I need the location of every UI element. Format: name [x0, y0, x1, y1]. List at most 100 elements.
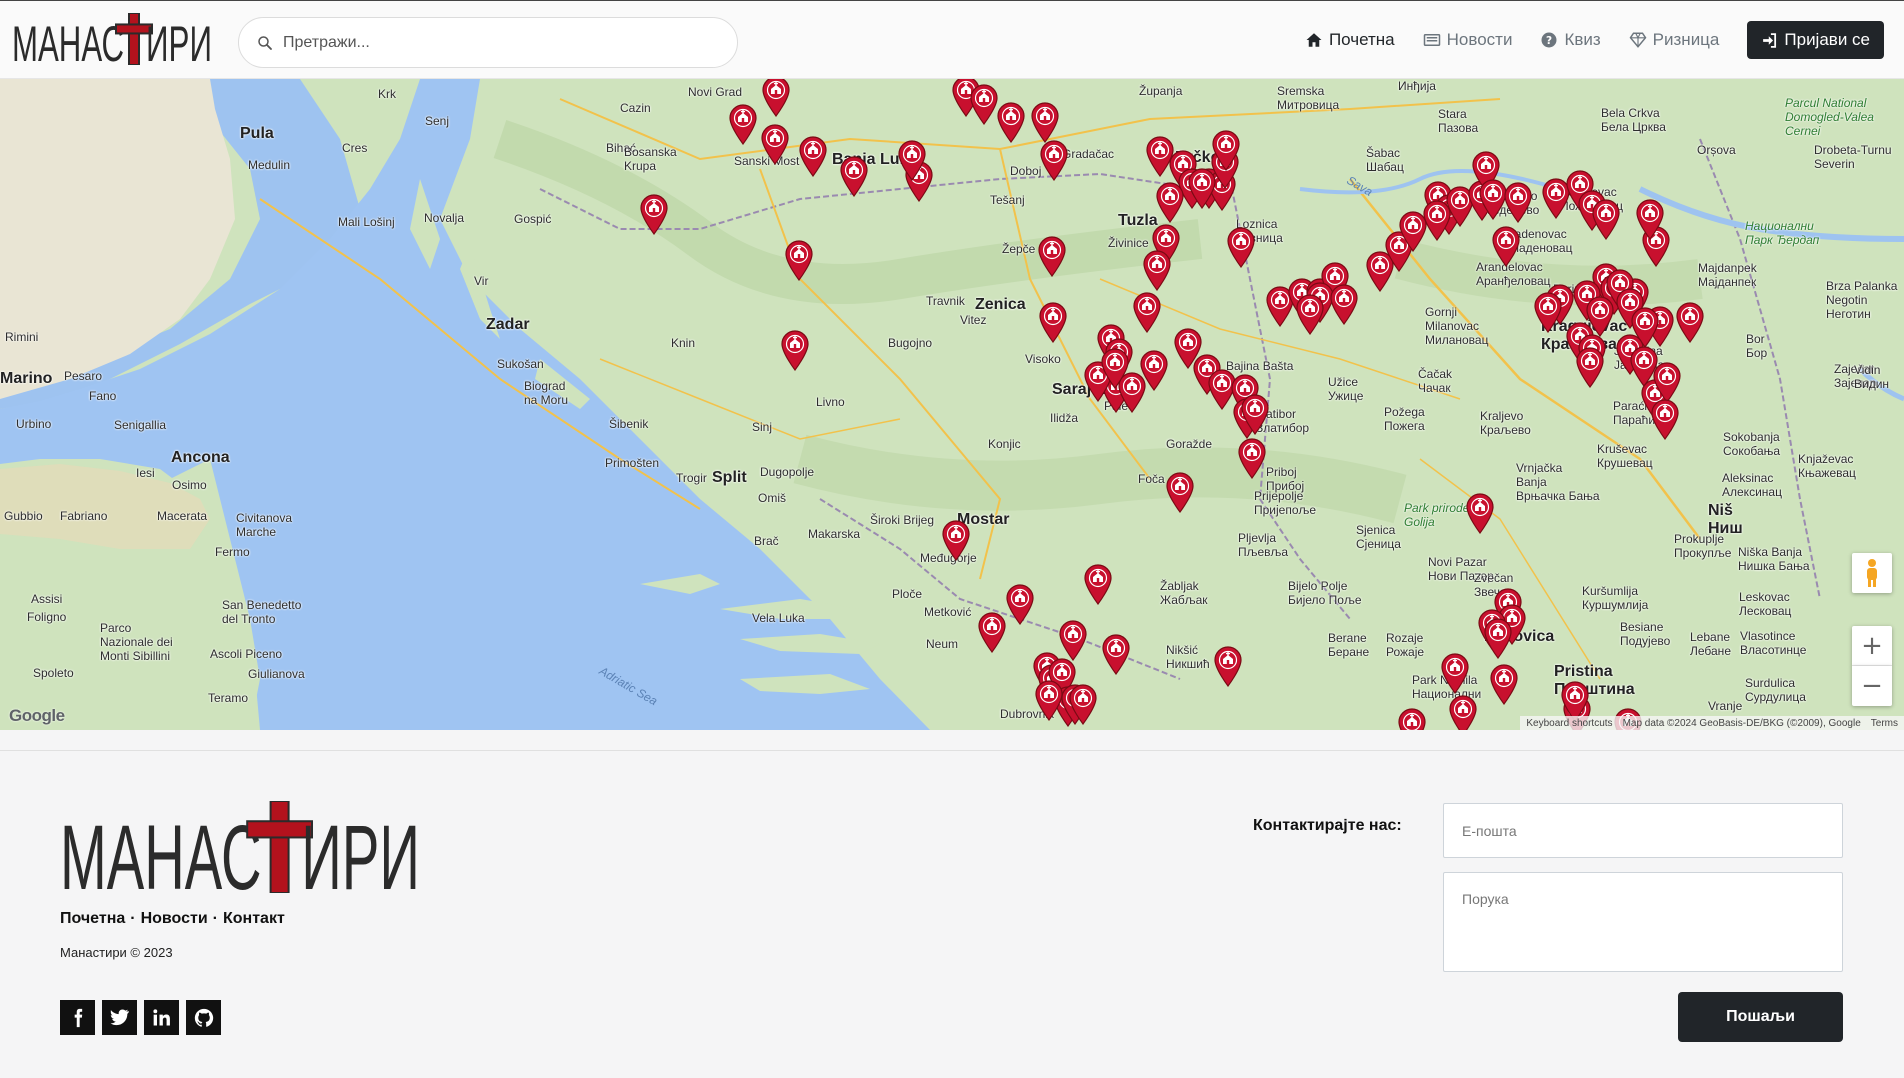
monastery-pin[interactable]: [1155, 181, 1185, 223]
monastery-pin[interactable]: [996, 101, 1026, 143]
monastery-pin[interactable]: [897, 139, 927, 181]
monastery-pin[interactable]: [1058, 619, 1088, 661]
map-marker-icon: [1492, 226, 1520, 267]
map-label-vranje: Vranje: [1708, 699, 1743, 713]
monastery-pin[interactable]: [1575, 346, 1605, 388]
map-label-makarska: Makarska: [808, 527, 861, 541]
monastery-pin[interactable]: [977, 611, 1007, 653]
monastery-pin[interactable]: [969, 83, 999, 125]
monastery-pin[interactable]: [1440, 652, 1470, 694]
map-label-besiane: Besiane Подујево: [1620, 620, 1671, 648]
monastery-pin[interactable]: [1675, 301, 1705, 343]
monastery-pin[interactable]: [1635, 198, 1665, 240]
monastery-pin[interactable]: [1038, 301, 1068, 343]
twitter-link[interactable]: [102, 1000, 137, 1035]
monastery-pin[interactable]: [1295, 293, 1325, 335]
monastery-pin[interactable]: [1039, 139, 1069, 181]
monastery-pin[interactable]: [1237, 437, 1267, 479]
monastery-pin[interactable]: [1489, 663, 1519, 705]
monastery-pin[interactable]: [780, 329, 810, 371]
map-marker-icon: [761, 124, 789, 165]
map-label-vitez: Vitez: [960, 313, 987, 327]
monastery-pin[interactable]: [1465, 492, 1495, 534]
monastery-pin[interactable]: [1139, 349, 1169, 391]
send-button[interactable]: Пошаљи: [1678, 992, 1843, 1042]
monastery-pin[interactable]: [1491, 225, 1521, 267]
map-label-lebane: Lebane Лебане: [1690, 630, 1731, 658]
monastery-pin[interactable]: [1132, 291, 1162, 333]
facebook-link[interactable]: [60, 1000, 95, 1035]
monastery-pin[interactable]: [1652, 361, 1682, 403]
map-marker-icon: [799, 136, 827, 177]
monastery-pin[interactable]: [1240, 393, 1270, 435]
map-label-sukosan: Sukošan: [497, 357, 544, 371]
monastery-pin[interactable]: [728, 103, 758, 145]
map-label-bugojno: Bugojno: [888, 336, 933, 350]
monastery-pin[interactable]: [941, 519, 971, 561]
zoom-out-button[interactable]: −: [1852, 666, 1892, 706]
terms-link[interactable]: Terms: [1871, 718, 1898, 729]
search-input[interactable]: [283, 28, 723, 58]
monastery-pin[interactable]: [1100, 347, 1130, 389]
monastery-pin[interactable]: [1142, 249, 1172, 291]
monastery-pin[interactable]: [1650, 398, 1680, 440]
message-field[interactable]: [1443, 872, 1843, 972]
map-marker-icon: [1676, 302, 1704, 343]
monastery-pin[interactable]: [1591, 198, 1621, 240]
monastery-pin[interactable]: [1068, 683, 1098, 725]
nav-item-news[interactable]: Новости: [1423, 30, 1512, 50]
map-label-senj: Senj: [425, 114, 450, 128]
monastery-pin[interactable]: [1083, 563, 1113, 605]
monastery-pin[interactable]: [1165, 471, 1195, 513]
monastery-pin[interactable]: [784, 239, 814, 281]
monastery-pin[interactable]: [1503, 181, 1533, 223]
map-label-fabriano: Fabriano: [60, 509, 108, 523]
monastery-pin[interactable]: [1533, 291, 1563, 333]
monastery-pin[interactable]: [1211, 129, 1241, 171]
monastery-pin[interactable]: [1005, 583, 1035, 625]
nav-item-quiz[interactable]: ? Квиз: [1540, 30, 1601, 50]
monastery-pin[interactable]: [761, 79, 791, 117]
footer-logo[interactable]: МАНАС ИРИ: [60, 800, 420, 909]
monastery-pin[interactable]: [1187, 167, 1217, 209]
footer-links: Почетна · Новости · Контакт: [60, 910, 285, 928]
monastery-pin[interactable]: [839, 155, 869, 197]
monastery-map[interactable]: Novi Grad Krk Senj Pula Medulin Cres Mali Loši…: [0, 79, 1904, 730]
nav-item-home[interactable]: Почетна: [1305, 30, 1395, 50]
footer-link-news[interactable]: Новости: [141, 910, 208, 928]
logo-text-right: ИРИ: [301, 807, 420, 893]
monastery-pin[interactable]: [760, 123, 790, 165]
email-field[interactable]: [1443, 803, 1843, 858]
monastery-pin[interactable]: [798, 135, 828, 177]
monastery-pin[interactable]: [1213, 645, 1243, 687]
footer-link-home[interactable]: Почетна: [60, 910, 125, 928]
map-label-omis: Omiš: [758, 491, 786, 505]
map-label-neum: Neum: [926, 637, 959, 651]
nav-item-treasury[interactable]: Ризница: [1629, 30, 1719, 50]
monastery-pin[interactable]: [1226, 226, 1256, 268]
monastery-pin[interactable]: [1101, 633, 1131, 675]
map-label-foligno: Foligno: [27, 610, 67, 624]
google-logo[interactable]: Google: [9, 706, 65, 726]
github-link[interactable]: [186, 1000, 221, 1035]
monastery-pin[interactable]: [1034, 679, 1064, 721]
keyboard-shortcuts-link[interactable]: Keyboard shortcuts: [1526, 718, 1612, 729]
search-bar[interactable]: [238, 17, 738, 68]
linkedin-link[interactable]: [144, 1000, 179, 1035]
street-view-pegman[interactable]: [1852, 553, 1892, 593]
map-label-bela-crkva: Bela Crkva Бела Црква: [1601, 106, 1666, 134]
monastery-pin[interactable]: [1030, 101, 1060, 143]
footer-link-contact[interactable]: Контакт: [223, 910, 285, 928]
map-label-medulin: Medulin: [248, 158, 291, 172]
monastery-pin[interactable]: [1329, 283, 1359, 325]
zoom-in-button[interactable]: +: [1852, 626, 1892, 666]
monastery-pin[interactable]: [639, 193, 669, 235]
monastery-pin[interactable]: [1483, 617, 1513, 659]
monastery-pin[interactable]: [1448, 694, 1478, 730]
brand-logo[interactable]: МАНАС ИРИ: [12, 12, 212, 72]
top-navbar: МАНАС ИРИ Почетна Новости ? Квиз Ризница …: [0, 0, 1904, 79]
monastery-pin[interactable]: [1397, 707, 1427, 730]
login-button[interactable]: Пријави се: [1747, 21, 1884, 59]
monastery-pin[interactable]: [1037, 235, 1067, 277]
map-label-ascoli: Ascoli Piceno: [210, 647, 283, 661]
